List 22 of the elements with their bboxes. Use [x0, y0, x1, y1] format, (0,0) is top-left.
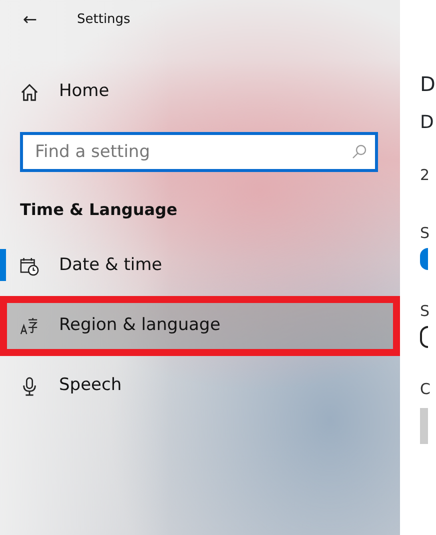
nav-item[interactable]: Region & language [0, 296, 400, 356]
search-field[interactable]: Find a setting [20, 132, 378, 172]
microphone-icon [20, 376, 39, 396]
setting-label: C [420, 379, 432, 400]
setting-label: S [420, 301, 431, 322]
setting-label: S [420, 223, 431, 244]
toggle-switch[interactable] [420, 326, 428, 348]
setting-value: 2 [420, 165, 431, 186]
home-link[interactable]: Home [0, 62, 400, 122]
subheading: D [420, 114, 435, 135]
back-button[interactable]: ← [0, 12, 60, 28]
nav-item[interactable]: Speech [0, 356, 400, 416]
page-heading: D [420, 74, 436, 98]
language-icon [20, 316, 39, 336]
toggle-switch[interactable] [420, 248, 428, 270]
selection-indicator [0, 249, 6, 281]
nav-item[interactable]: Date & time [0, 236, 400, 296]
calendar-clock-icon [20, 256, 39, 276]
home-icon [20, 82, 39, 102]
section-heading: Time & Language [20, 199, 178, 221]
window-title: Settings [77, 11, 130, 30]
search-icon [351, 144, 367, 160]
